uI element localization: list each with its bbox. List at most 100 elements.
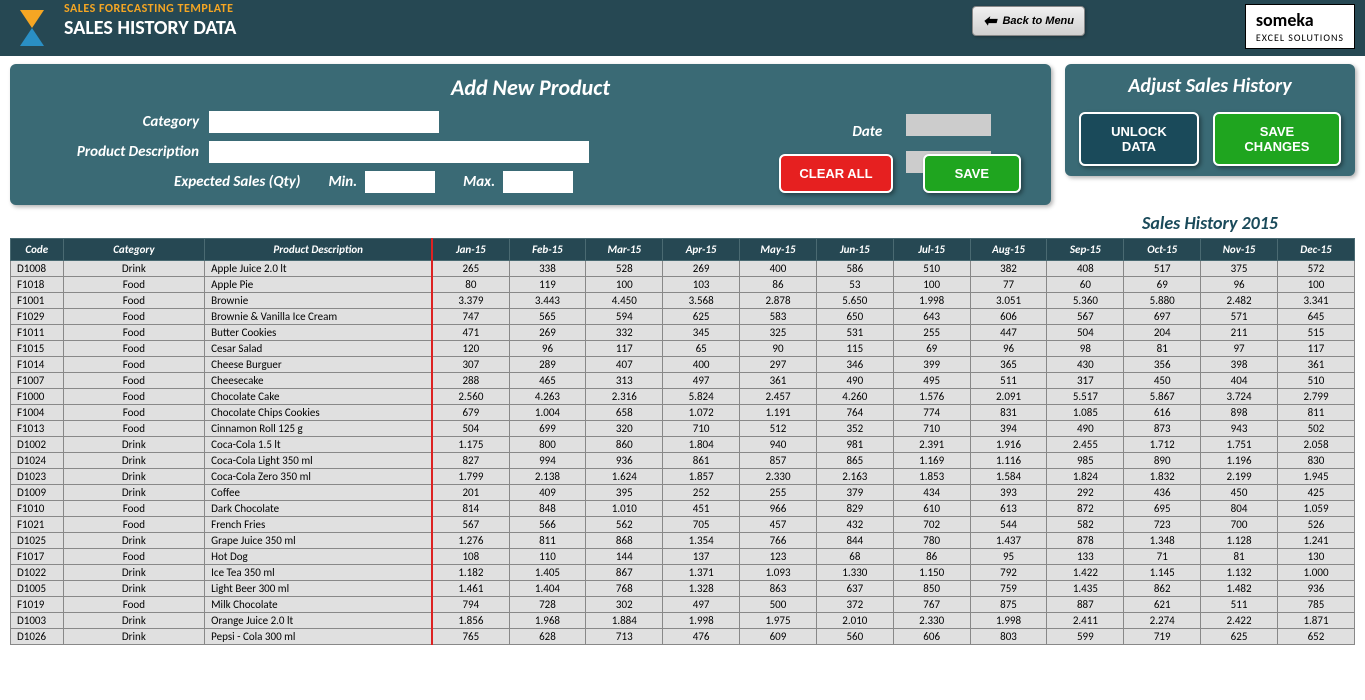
table-cell[interactable]: 702 [893, 517, 970, 533]
table-cell[interactable]: 1.000 [1277, 565, 1354, 581]
table-cell[interactable]: 382 [970, 261, 1047, 277]
table-cell[interactable]: 510 [893, 261, 970, 277]
table-cell[interactable]: 317 [1047, 373, 1124, 389]
table-cell[interactable]: Food [63, 309, 205, 325]
table-cell[interactable]: 766 [740, 533, 817, 549]
table-cell[interactable]: 792 [970, 565, 1047, 581]
table-row[interactable]: F1011FoodButter Cookies47126933234532553… [11, 325, 1355, 341]
table-cell[interactable]: 643 [893, 309, 970, 325]
table-cell[interactable]: Drink [63, 469, 205, 485]
table-cell[interactable]: 90 [740, 341, 817, 357]
table-cell[interactable]: 637 [816, 581, 893, 597]
table-cell[interactable]: 890 [1124, 453, 1201, 469]
table-cell[interactable]: 3.379 [432, 293, 509, 309]
table-cell[interactable]: 873 [1124, 421, 1201, 437]
table-cell[interactable]: 77 [970, 277, 1047, 293]
table-cell[interactable]: 1.241 [1277, 533, 1354, 549]
table-cell[interactable]: 103 [663, 277, 740, 293]
table-row[interactable]: F1007FoodCheesecake288465313497361490495… [11, 373, 1355, 389]
table-cell[interactable]: 100 [1277, 277, 1354, 293]
table-cell[interactable]: 450 [1201, 485, 1278, 501]
table-row[interactable]: D1003DrinkOrange Juice 2.0 lt1.8561.9681… [11, 613, 1355, 629]
table-cell[interactable]: 96 [1201, 277, 1278, 293]
table-cell[interactable]: 1.884 [586, 613, 663, 629]
table-cell[interactable]: 425 [1277, 485, 1354, 501]
table-cell[interactable]: Drink [63, 565, 205, 581]
table-cell[interactable]: 4.263 [509, 389, 586, 405]
table-cell[interactable]: 774 [893, 405, 970, 421]
table-cell[interactable]: Coffee [205, 485, 433, 501]
table-cell[interactable]: 848 [509, 501, 586, 517]
table-cell[interactable]: Food [63, 325, 205, 341]
table-cell[interactable]: 144 [586, 549, 663, 565]
table-row[interactable]: F1013FoodCinnamon Roll 125 g504699320710… [11, 421, 1355, 437]
table-cell[interactable]: Brownie [205, 293, 433, 309]
table-cell[interactable]: 566 [509, 517, 586, 533]
table-cell[interactable]: 785 [1277, 597, 1354, 613]
table-cell[interactable]: 981 [816, 437, 893, 453]
table-cell[interactable]: 497 [663, 373, 740, 389]
table-cell[interactable]: D1005 [11, 581, 64, 597]
table-cell[interactable]: 1.354 [663, 533, 740, 549]
max-input[interactable] [503, 171, 573, 193]
table-cell[interactable]: 1.804 [663, 437, 740, 453]
table-cell[interactable]: 872 [1047, 501, 1124, 517]
table-cell[interactable]: Drink [63, 437, 205, 453]
table-cell[interactable]: 490 [816, 373, 893, 389]
table-cell[interactable]: 71 [1124, 549, 1201, 565]
table-row[interactable]: D1025DrinkGrape Juice 350 ml1.2768118681… [11, 533, 1355, 549]
table-cell[interactable]: 1.371 [663, 565, 740, 581]
table-cell[interactable]: D1008 [11, 261, 64, 277]
table-cell[interactable]: Drink [63, 533, 205, 549]
table-cell[interactable]: Dark Chocolate [205, 501, 433, 517]
table-cell[interactable]: 562 [586, 517, 663, 533]
table-cell[interactable]: F1011 [11, 325, 64, 341]
table-cell[interactable]: 728 [509, 597, 586, 613]
table-cell[interactable]: 346 [816, 357, 893, 373]
table-cell[interactable]: 767 [893, 597, 970, 613]
table-cell[interactable]: F1004 [11, 405, 64, 421]
table-cell[interactable]: 133 [1047, 549, 1124, 565]
table-cell[interactable]: 875 [970, 597, 1047, 613]
table-cell[interactable]: 1.404 [509, 581, 586, 597]
table-cell[interactable]: 361 [740, 373, 817, 389]
table-cell[interactable]: 610 [893, 501, 970, 517]
table-cell[interactable]: F1019 [11, 597, 64, 613]
table-cell[interactable]: 700 [1201, 517, 1278, 533]
table-cell[interactable]: 292 [1047, 485, 1124, 501]
table-cell[interactable]: Drink [63, 485, 205, 501]
table-cell[interactable]: 2.422 [1201, 613, 1278, 629]
table-cell[interactable]: 2.274 [1124, 613, 1201, 629]
table-cell[interactable]: Food [63, 373, 205, 389]
table-row[interactable]: F1000FoodChocolate Cake2.5604.2632.3165.… [11, 389, 1355, 405]
table-cell[interactable]: 269 [663, 261, 740, 277]
table-cell[interactable]: 4.450 [586, 293, 663, 309]
table-cell[interactable]: 5.824 [663, 389, 740, 405]
table-cell[interactable]: 490 [1047, 421, 1124, 437]
table-cell[interactable]: 1.437 [970, 533, 1047, 549]
table-cell[interactable]: 400 [740, 261, 817, 277]
table-cell[interactable]: 705 [663, 517, 740, 533]
table-cell[interactable]: 1.182 [432, 565, 509, 581]
table-cell[interactable]: 332 [586, 325, 663, 341]
table-cell[interactable]: 936 [586, 453, 663, 469]
table-cell[interactable]: 829 [816, 501, 893, 517]
table-cell[interactable]: 110 [509, 549, 586, 565]
table-cell[interactable]: 204 [1124, 325, 1201, 341]
table-cell[interactable]: F1015 [11, 341, 64, 357]
table-cell[interactable]: 80 [432, 277, 509, 293]
table-cell[interactable]: D1022 [11, 565, 64, 581]
table-cell[interactable]: D1026 [11, 629, 64, 645]
table-cell[interactable]: 108 [432, 549, 509, 565]
table-cell[interactable]: 297 [740, 357, 817, 373]
table-cell[interactable]: 1.968 [509, 613, 586, 629]
table-cell[interactable]: F1014 [11, 357, 64, 373]
table-cell[interactable]: 407 [586, 357, 663, 373]
table-cell[interactable]: 1.998 [970, 613, 1047, 629]
table-cell[interactable]: 1.712 [1124, 437, 1201, 453]
table-cell[interactable]: D1003 [11, 613, 64, 629]
table-cell[interactable]: Coca-Cola 1.5 lt [205, 437, 433, 453]
table-cell[interactable]: 768 [586, 581, 663, 597]
table-cell[interactable]: 399 [893, 357, 970, 373]
table-cell[interactable]: 613 [970, 501, 1047, 517]
